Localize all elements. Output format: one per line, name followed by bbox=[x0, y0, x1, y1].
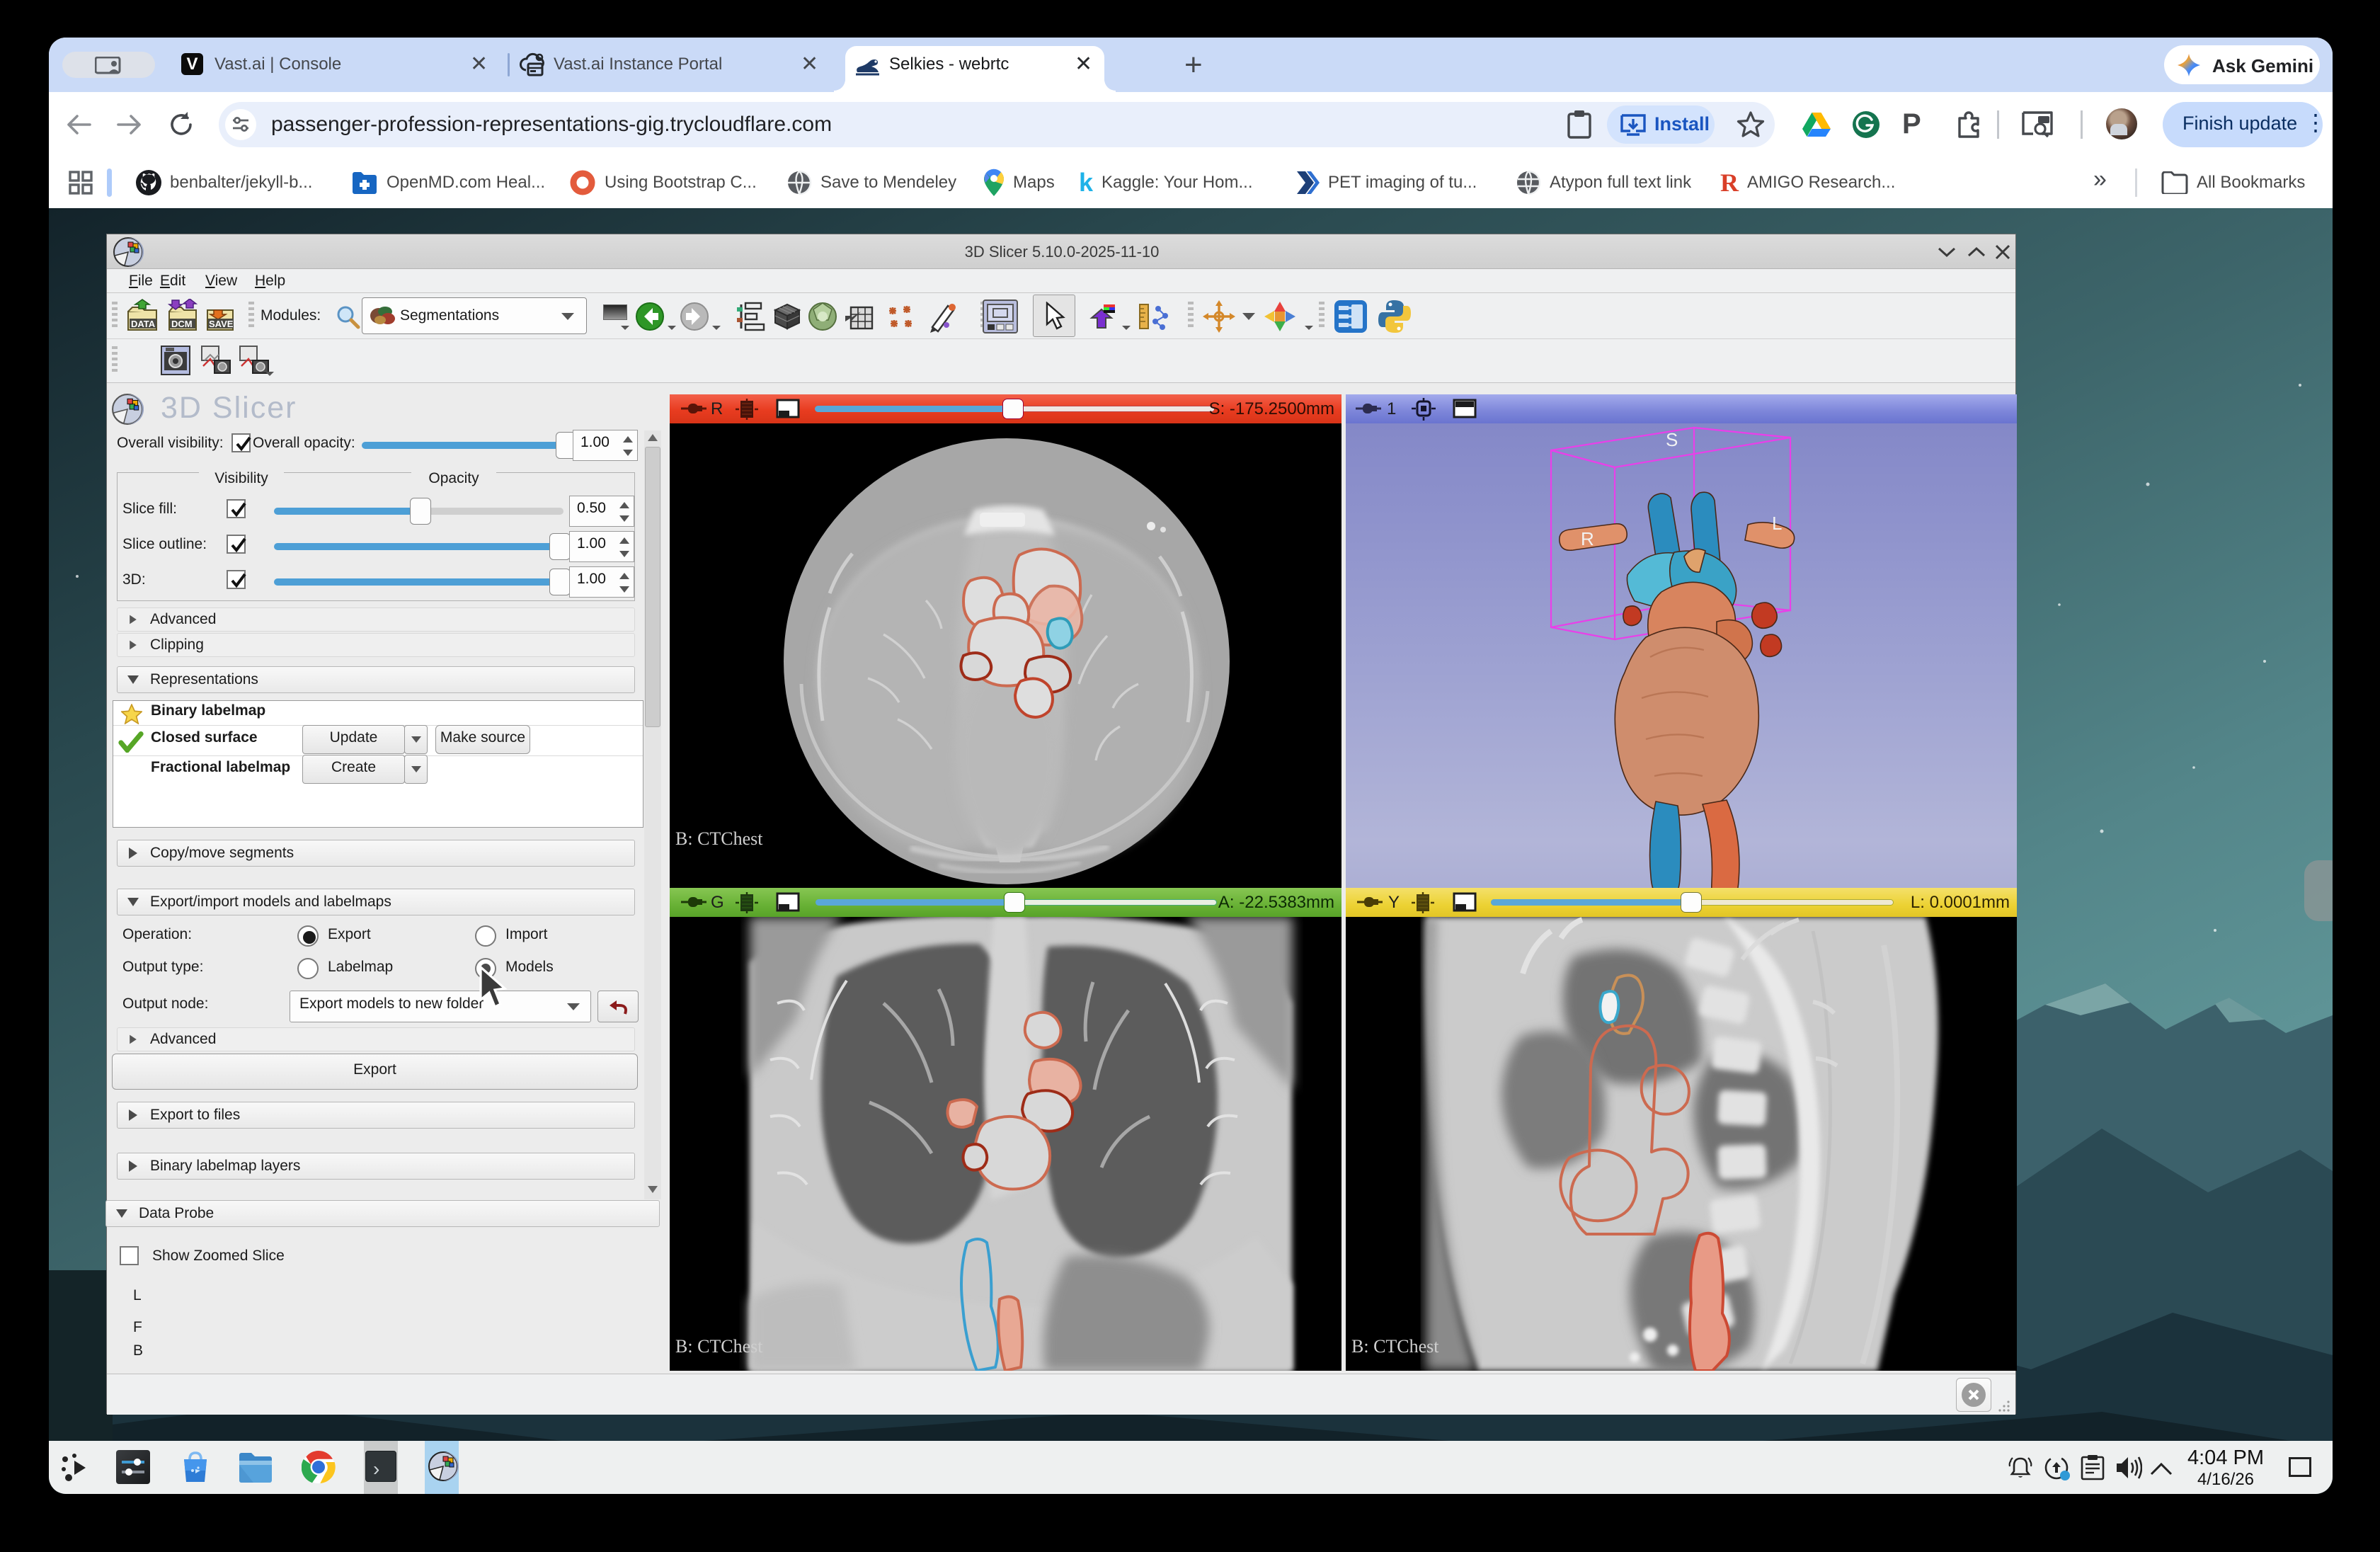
svg-text:DATA: DATA bbox=[131, 319, 156, 329]
svg-text:S: S bbox=[1666, 429, 1678, 450]
svg-text:B: CTChest: B: CTChest bbox=[675, 1336, 763, 1357]
svg-text:R: R bbox=[1581, 528, 1594, 549]
svg-text:DCM: DCM bbox=[171, 319, 193, 329]
svg-text:L: L bbox=[1772, 513, 1782, 534]
svg-text:B: CTChest: B: CTChest bbox=[675, 828, 763, 849]
svg-text:SAVE: SAVE bbox=[209, 319, 234, 329]
svg-text:B: CTChest: B: CTChest bbox=[1351, 1336, 1439, 1357]
